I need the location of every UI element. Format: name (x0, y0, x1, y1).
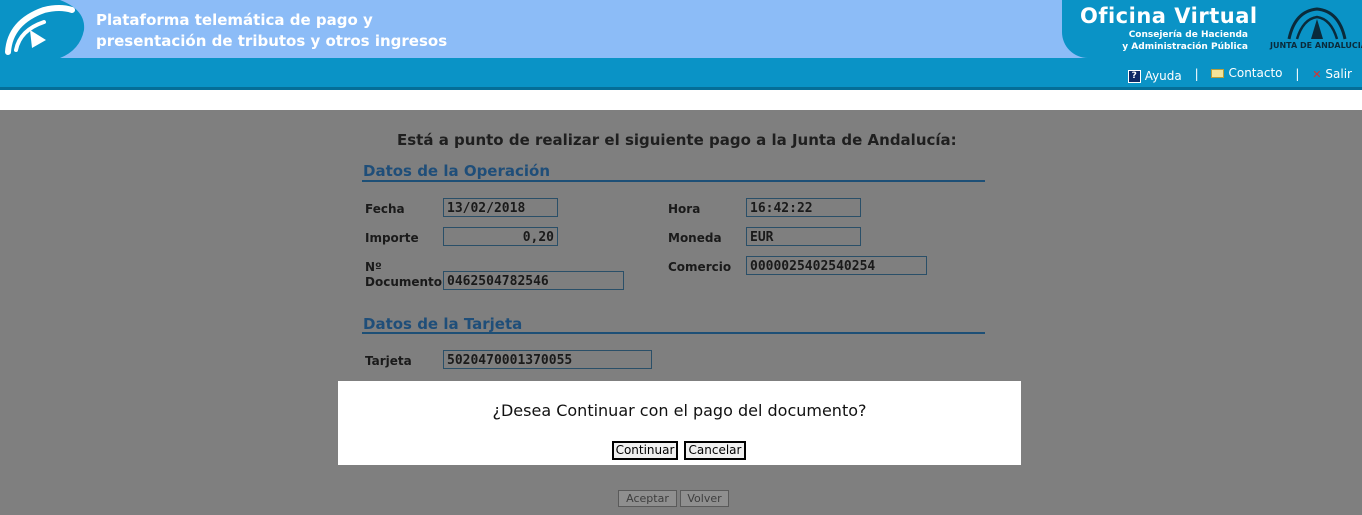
platform-title: Plataforma telemática de pago y presenta… (96, 10, 447, 52)
platform-title-line2: presentación de tributos y otros ingreso… (96, 32, 448, 50)
exit-link-label: Salir (1325, 67, 1352, 81)
link-separator: | (1194, 66, 1199, 81)
fecha-field: 13/02/2018 (443, 198, 558, 217)
confirm-dialog: ¿Desea Continuar con el pago del documen… (338, 381, 1021, 465)
comercio-label: Comercio (668, 260, 732, 274)
oficina-virtual-title: Oficina Virtual (1080, 4, 1258, 28)
confirm-dialog-message: ¿Desea Continuar con el pago del documen… (492, 401, 867, 420)
tarjeta-label: Tarjeta (365, 354, 412, 368)
mail-icon (1211, 68, 1225, 78)
operation-section-title: Datos de la Operación (363, 162, 551, 180)
top-links: ? Ayuda | Contacto | ✕ Salir (1127, 66, 1352, 83)
moneda-label: Moneda (668, 231, 722, 245)
importe-label: Importe (365, 231, 419, 245)
junta-logo-text: JUNTA DE ANDALUCIA (1270, 41, 1362, 50)
cancel-button[interactable]: Cancelar (684, 441, 746, 460)
fecha-label: Fecha (365, 202, 405, 216)
card-section-divider (362, 332, 985, 334)
header: Plataforma telemática de pago y presenta… (0, 0, 1362, 88)
tarjeta-field: 5020470001370055 (443, 350, 652, 369)
hora-field: 16:42:22 (746, 198, 861, 217)
exit-link[interactable]: ✕ Salir (1312, 67, 1352, 81)
operation-section-divider (362, 180, 985, 182)
consejeria-line1: Consejería de Hacienda (1128, 30, 1248, 40)
help-link[interactable]: ? Ayuda (1127, 69, 1182, 83)
card-section-title: Datos de la Tarjeta (363, 315, 523, 333)
hora-label: Hora (668, 202, 701, 216)
continue-button[interactable]: Continuar (612, 441, 678, 460)
documento-label-line1: Nº (365, 260, 382, 274)
moneda-field: EUR (746, 227, 861, 246)
documento-label-line2: Documento (365, 275, 443, 289)
consejeria-line2: y Administración Pública (1122, 42, 1248, 52)
platform-title-line1: Plataforma telemática de pago y (96, 11, 373, 29)
help-icon: ? (1127, 69, 1141, 83)
header-spacer (0, 90, 1362, 110)
accept-button[interactable]: Aceptar (618, 490, 677, 507)
payment-heading: Está a punto de realizar el siguiente pa… (397, 131, 957, 149)
consejeria-subtitle: Consejería de Hacienda y Administración … (1098, 29, 1248, 53)
importe-field: 0,20 (443, 227, 558, 246)
documento-field: 0462504782546 (443, 271, 624, 290)
help-link-label: Ayuda (1144, 69, 1182, 83)
documento-label: Nº Documento (365, 260, 442, 290)
comercio-field: 0000025402540254 (746, 256, 927, 275)
contact-link-label: Contacto (1228, 66, 1283, 80)
close-icon: ✕ (1312, 67, 1322, 81)
contact-link[interactable]: Contacto (1211, 66, 1283, 80)
link-separator: | (1295, 66, 1300, 81)
back-button[interactable]: Volver (680, 490, 729, 507)
platform-logo-icon (0, 0, 85, 58)
